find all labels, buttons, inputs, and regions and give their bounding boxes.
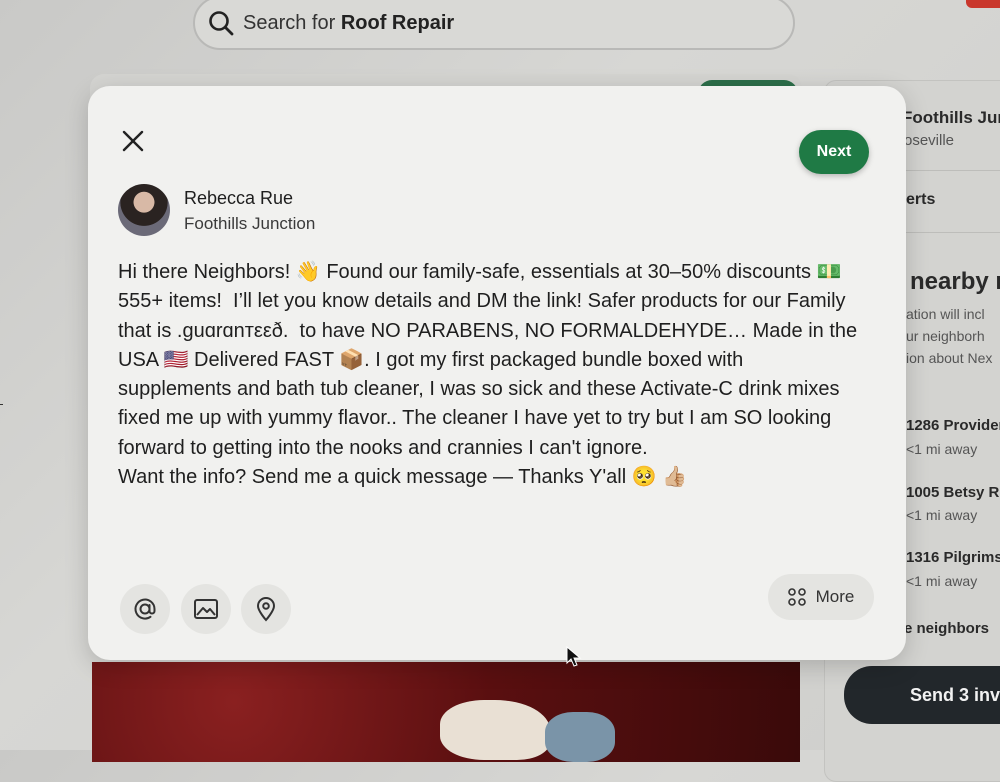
address-item[interactable]: 1005 Betsy Ro bbox=[906, 484, 1000, 501]
address-item[interactable]: 1316 Pilgrims bbox=[906, 549, 1000, 566]
image-icon bbox=[194, 599, 218, 619]
next-button[interactable]: Next bbox=[799, 130, 869, 174]
window-accent bbox=[966, 0, 1000, 8]
group-city: oseville bbox=[904, 132, 955, 149]
author-neighborhood: Foothills Junction bbox=[184, 214, 316, 233]
address-item[interactable]: 1286 Provider bbox=[906, 417, 1000, 434]
search-bar[interactable]: Search for Roof Repair bbox=[193, 0, 795, 50]
edge-mark bbox=[0, 404, 3, 405]
nearby-description-line: ation will incl bbox=[906, 306, 985, 322]
grid-icon bbox=[787, 588, 806, 606]
address-distance: <1 mi away bbox=[906, 441, 978, 457]
feed-photo-detail bbox=[440, 700, 550, 760]
add-photo-button[interactable] bbox=[181, 584, 231, 634]
alerts-link[interactable]: erts bbox=[906, 191, 935, 209]
add-location-button[interactable] bbox=[241, 584, 291, 634]
search-placeholder: Search for Roof Repair bbox=[243, 11, 455, 34]
mention-button[interactable] bbox=[120, 584, 170, 634]
author-name: Rebecca Rue bbox=[184, 188, 294, 208]
address-distance: <1 mi away bbox=[906, 573, 978, 589]
close-icon[interactable] bbox=[118, 126, 148, 156]
search-icon bbox=[209, 11, 234, 36]
more-label: More bbox=[815, 587, 855, 606]
location-pin-icon bbox=[256, 597, 276, 622]
mouse-cursor-icon bbox=[566, 646, 582, 667]
send-invites-button[interactable]: Send 3 invi bbox=[844, 666, 1000, 724]
avatar bbox=[118, 184, 170, 236]
mention-icon bbox=[134, 598, 156, 620]
search-term: Roof Repair bbox=[340, 11, 455, 34]
nearby-description-line: ion about Nex bbox=[906, 350, 993, 366]
group-name: Foothills Jun bbox=[902, 108, 1000, 127]
post-text-area[interactable]: Hi there Neighbors! 👋 Found our family-s… bbox=[118, 258, 878, 492]
address-distance: <1 mi away bbox=[906, 507, 978, 523]
feed-photo-detail bbox=[545, 712, 615, 762]
more-button[interactable]: More bbox=[768, 574, 874, 620]
post-composer-dialog: Next Rebecca Rue Foothills Junction Hi t… bbox=[88, 86, 906, 660]
neighbors-label: e neighbors bbox=[904, 620, 990, 637]
nearby-heading: nearby r bbox=[910, 268, 1000, 295]
nearby-description-line: ur neighborh bbox=[906, 328, 985, 344]
